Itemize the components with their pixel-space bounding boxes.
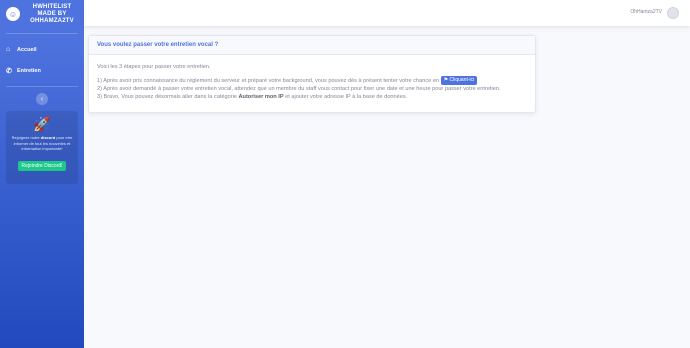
sidebar-promo-card: 🚀 Rejoignez notre discord pour etre info… — [6, 111, 78, 184]
topbar: OhHamza2TV — [84, 0, 690, 26]
card-title: Vous voulez passer votre entretien vocal… — [89, 36, 535, 55]
sidebar-divider — [6, 86, 78, 87]
promo-text: Rejoignez notre discord pour etre inform… — [11, 135, 73, 151]
sidebar-item-accueil[interactable]: ⌂ Accueil — [0, 39, 84, 60]
sidebar-item-label: Entretien — [17, 67, 41, 74]
user-name[interactable]: OhHamza2TV — [630, 9, 662, 15]
step-2: 2) Après avoir demandé à passer votre en… — [97, 86, 501, 92]
sidebar-item-entretien[interactable]: ✆ Entretien — [0, 60, 84, 81]
chevron-left-icon: ‹ — [40, 95, 44, 103]
brand-line1: HWHITELIST — [32, 3, 72, 10]
sidebar-toggle-button[interactable]: ‹ — [36, 93, 48, 105]
card-body: Voici les 3 étapes pour passer votre ent… — [89, 55, 535, 109]
laugh-icon: ☺ — [6, 7, 20, 21]
phone-icon: ✆ — [6, 67, 12, 75]
step-1: 1) Après avoir pris connaissance du régl… — [97, 76, 527, 85]
entretien-card: Vous voulez passer votre entretien vocal… — [88, 35, 536, 113]
click-here-button[interactable]: ⚑ Cliquant-ici — [440, 76, 478, 85]
brand-title: HWHITELIST MADE BY OHHAMZA2TV — [20, 4, 84, 25]
step-3: 3) Bravo, Vous pouvez désormais aller da… — [97, 94, 408, 100]
card-intro: Voici les 3 étapes pour passer votre ent… — [97, 64, 211, 70]
flag-icon: ⚑ — [443, 77, 449, 83]
rocket-icon: 🚀 — [33, 116, 51, 132]
join-discord-button[interactable]: Rejoindre Discord! — [18, 160, 66, 171]
avatar[interactable] — [667, 7, 679, 19]
brand-line2: MADE BY — [37, 10, 67, 17]
sidebar-item-label: Accueil — [17, 46, 37, 53]
sidebar: ☺ HWHITELIST MADE BY OHHAMZA2TV ⌂ Accuei… — [0, 0, 84, 348]
brand-line3: OHHAMZA2TV — [30, 17, 74, 24]
home-icon: ⌂ — [6, 46, 11, 53]
sidebar-brand[interactable]: ☺ HWHITELIST MADE BY OHHAMZA2TV — [0, 0, 84, 28]
